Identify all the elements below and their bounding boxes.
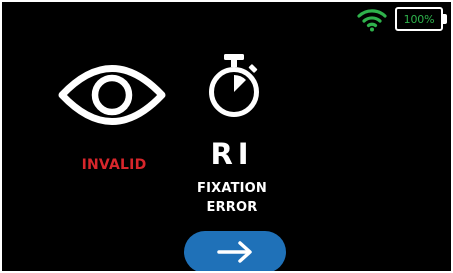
error-message-line-2: ERROR — [206, 200, 258, 215]
result-status-label: INVALID — [81, 157, 147, 173]
next-button[interactable] — [184, 231, 286, 271]
device-screen: 100% INVALID RI FIXATION ERROR — [2, 2, 451, 271]
arrow-right-icon — [217, 241, 252, 263]
eye-icon — [58, 65, 166, 125]
battery-body: 100% — [395, 7, 443, 31]
battery-cap — [443, 14, 447, 24]
stopwatch-icon — [209, 54, 259, 117]
wifi-icon — [357, 9, 387, 32]
error-message-line-1: FIXATION — [196, 181, 268, 196]
test-code-label: RI — [210, 137, 254, 171]
battery-icon: 100% — [395, 7, 447, 31]
battery-level: 100% — [403, 12, 435, 26]
